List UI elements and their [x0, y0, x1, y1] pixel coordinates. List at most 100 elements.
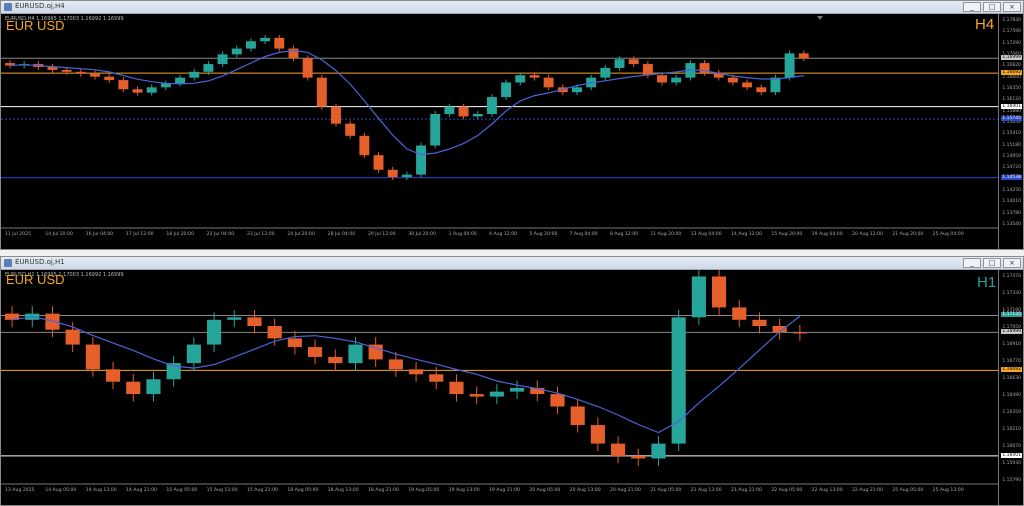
price-tick-label: 1.14720	[1002, 165, 1021, 171]
chart-window-h1[interactable]: EURUSD.oj,H1 _ □ × 13 Aug 2025 14 Aug 05:…	[0, 256, 1024, 506]
price-box-white: 1.16001	[1001, 452, 1022, 458]
candle-body	[600, 67, 611, 78]
price-tick-label: 1.15880	[1002, 108, 1021, 114]
candle-body	[189, 71, 200, 78]
candle-body	[132, 89, 143, 93]
price-box-orange: 1.16692	[1001, 70, 1022, 76]
candle-body	[331, 106, 341, 124]
close-button[interactable]: ×	[1003, 258, 1021, 268]
time-tick-label: 21 Aug 05:00	[650, 487, 681, 492]
price-tick-label: 1.15790	[1002, 478, 1021, 483]
price-box-gray: 1.17135	[1001, 312, 1022, 318]
chart-window-h4[interactable]: EURUSD.oj,H4 _ □ × 11 Jul 2025 14 Jul 20:…	[0, 0, 1024, 250]
candle-body	[260, 37, 271, 42]
window-titlebar[interactable]: EURUSD.oj,H4 _ □ ×	[1, 1, 1023, 14]
time-tick-label: 14 Aug 21:00	[126, 487, 157, 492]
candle-body	[444, 106, 455, 114]
time-tick-label: 21 Aug 20:00	[892, 231, 923, 236]
candle-body	[798, 53, 809, 59]
price-tick-label: 1.14250	[1002, 188, 1021, 193]
price-chart-h4[interactable]: 11 Jul 2025 14 Jul 20:00 16 Jul 04:00 17 Ju…	[1, 14, 999, 236]
candle-body	[628, 59, 639, 65]
candle-body	[359, 135, 370, 156]
time-tick-label: 15 Aug 13:00	[207, 487, 238, 492]
candle-body	[784, 53, 795, 78]
candle-body	[227, 317, 242, 320]
candle-body	[550, 394, 565, 407]
symbol-label: EUR USD	[6, 272, 65, 287]
time-tick-label: 14 Aug 13:00	[86, 487, 117, 492]
candle-body	[449, 381, 464, 395]
candle-body	[328, 356, 343, 364]
window-title: EURUSD.oj,H1	[15, 258, 65, 266]
candle-body	[61, 69, 72, 72]
restore-button[interactable]: □	[983, 2, 1001, 12]
chart-app-icon	[4, 259, 12, 267]
candle-body	[316, 77, 327, 107]
candle-body	[770, 77, 781, 93]
candle-body	[651, 443, 666, 459]
time-tick-label: 15 Aug 05:00	[166, 487, 197, 492]
price-tick-label: 1.13780	[1002, 210, 1021, 216]
candle-body	[345, 123, 356, 136]
candle-body	[515, 75, 526, 83]
time-tick-label: 25 Aug 05:00	[892, 487, 923, 492]
price-tick-label: 1.17290	[1002, 40, 1021, 46]
minimize-button[interactable]: _	[963, 258, 981, 268]
candle-body	[611, 443, 626, 456]
candle-body	[429, 374, 444, 382]
time-tick-label: 21 Aug 21:00	[731, 487, 762, 492]
time-tick-label: 18 Aug 13:00	[328, 487, 359, 492]
restore-button[interactable]: □	[983, 258, 1001, 268]
time-tick-label: 5 Aug 20:00	[529, 231, 557, 236]
time-tick-label: 20 Aug 05:00	[529, 487, 560, 492]
candle-body	[614, 59, 625, 68]
price-axis[interactable]: 1.17470 1.17330 1.17190 1.17050 1.16910 1.167…	[998, 270, 1023, 505]
time-tick-label: 17 Jul 12:00	[126, 231, 154, 236]
candle-body	[146, 379, 161, 395]
symbol-label: EUR USD	[6, 18, 65, 33]
price-chart-h1[interactable]: 13 Aug 2025 14 Aug 05:00 14 Aug 13:00 14 Au…	[1, 270, 999, 492]
time-tick-label: 22 Aug 21:00	[852, 487, 883, 492]
candle-body	[274, 37, 285, 49]
time-tick-label: 14 Jul 20:00	[45, 231, 73, 236]
candle-body	[590, 425, 605, 444]
candle-body	[348, 344, 363, 364]
candle-body	[469, 394, 484, 397]
candle-body	[146, 87, 157, 93]
price-tick-label: 1.16820	[1002, 63, 1021, 69]
price-tick-label: 1.16350	[1002, 86, 1021, 91]
price-tick-label: 1.16600	[1002, 74, 1021, 80]
price-tick-label: 1.16350	[1002, 410, 1021, 415]
timeframe-label: H4	[975, 16, 995, 33]
candle-body	[657, 75, 667, 83]
time-tick-label: 7 Aug 04:00	[570, 231, 598, 236]
price-tick-label: 1.16070	[1002, 444, 1021, 449]
price-tick-label: 1.14950	[1002, 154, 1021, 159]
candle-body	[529, 75, 540, 78]
candle-body	[175, 77, 186, 84]
close-button[interactable]: ×	[1003, 2, 1021, 12]
time-tick-label: 30 Jul 20:00	[408, 231, 436, 236]
time-tick-label: 8 Aug 12:00	[610, 231, 638, 236]
candle-body	[106, 369, 121, 382]
window-titlebar[interactable]: EURUSD.oj,H1 _ □ ×	[1, 257, 1023, 270]
time-tick-label: 21 Aug 13:00	[691, 487, 722, 492]
price-box-white: 1.16001	[1001, 103, 1022, 109]
chart-shift-marker[interactable]	[817, 16, 823, 20]
candle-body	[631, 456, 646, 459]
time-tick-label: 15 Aug 20:00	[771, 231, 802, 236]
candle-body	[510, 387, 525, 392]
candle-body	[373, 155, 384, 170]
time-tick-label: 19 Aug 21:00	[489, 487, 520, 492]
time-tick-label: 25 Aug 04:00	[933, 231, 964, 236]
candle-body	[727, 77, 738, 83]
time-tick-label: 20 Aug 21:00	[610, 487, 641, 492]
price-tick-label: 1.17590	[1002, 29, 1021, 35]
price-axis[interactable]: 1.178301.175901.172901.170601.168201.166…	[998, 14, 1023, 249]
candle-body	[742, 82, 753, 88]
price-tick-label: 1.17830	[1002, 18, 1021, 23]
minimize-button[interactable]: _	[963, 2, 981, 12]
candle-body	[792, 332, 807, 334]
candle-body	[247, 317, 262, 326]
